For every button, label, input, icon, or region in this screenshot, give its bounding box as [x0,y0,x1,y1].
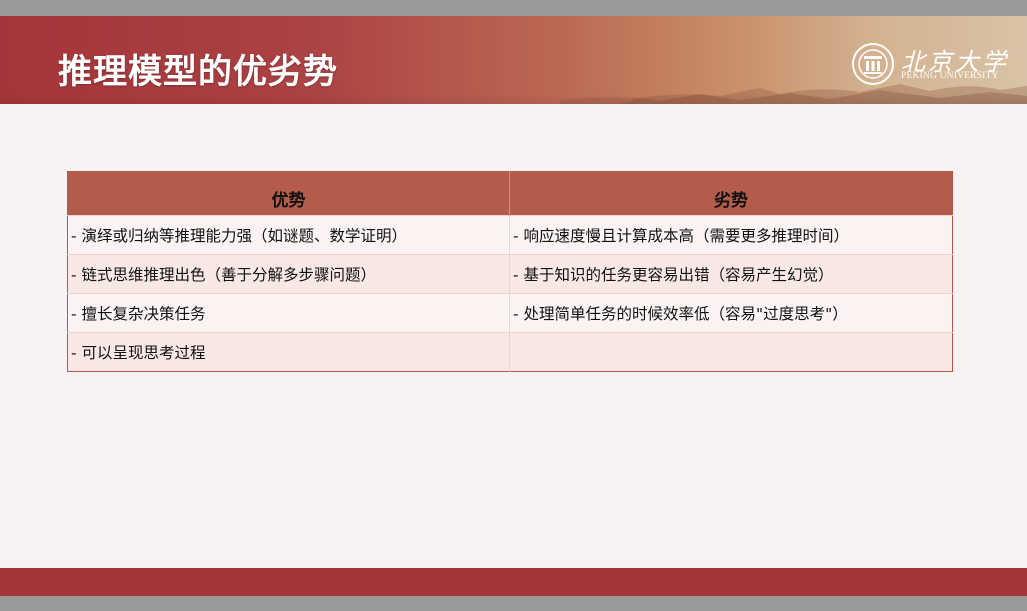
disadvantage-cell: - 基于知识的任务更容易出错（容易产生幻觉） [509,254,953,294]
logo-name-english: PEKING UNIVERSITY [901,71,999,81]
table-row: - 演绎或归纳等推理能力强（如谜题、数学证明） - 响应速度慢且计算成本高（需要… [67,215,953,255]
advantage-cell: - 链式思维推理出色（善于分解多步骤问题） [67,254,510,294]
slide-header: 推理模型的优劣势 北京大学 PEKING UNIVERSITY [0,16,1027,104]
table-header-row: 优势 劣势 [67,171,953,216]
header-disadvantages: 劣势 [509,171,953,216]
bottom-window-strip [0,596,1027,611]
university-seal-icon [852,43,894,85]
advantage-cell: - 擅长复杂决策任务 [67,293,510,333]
header-advantages: 优势 [67,171,510,216]
disadvantage-cell [509,332,953,372]
university-logo: 北京大学 PEKING UNIVERSITY [851,40,1021,88]
advantage-cell: - 演绎或归纳等推理能力强（如谜题、数学证明） [67,215,510,255]
advantage-cell: - 可以呈现思考过程 [67,332,510,372]
slide-footer-bar [0,568,1027,596]
pros-cons-table: 优势 劣势 - 演绎或归纳等推理能力强（如谜题、数学证明） - 响应速度慢且计算… [67,171,953,372]
table-row: - 链式思维推理出色（善于分解多步骤问题） - 基于知识的任务更容易出错（容易产… [67,254,953,294]
top-window-strip [0,0,1027,16]
slide: 推理模型的优劣势 北京大学 PEKING UNIVERSITY 优势 劣势 - … [0,16,1027,596]
slide-title: 推理模型的优劣势 [58,52,338,92]
header-shade [0,94,1027,104]
table-row: - 可以呈现思考过程 [67,332,953,372]
table-row: - 擅长复杂决策任务 - 处理简单任务的时候效率低（容易"过度思考"） [67,293,953,333]
disadvantage-cell: - 处理简单任务的时候效率低（容易"过度思考"） [509,293,953,333]
disadvantage-cell: - 响应速度慢且计算成本高（需要更多推理时间） [509,215,953,255]
